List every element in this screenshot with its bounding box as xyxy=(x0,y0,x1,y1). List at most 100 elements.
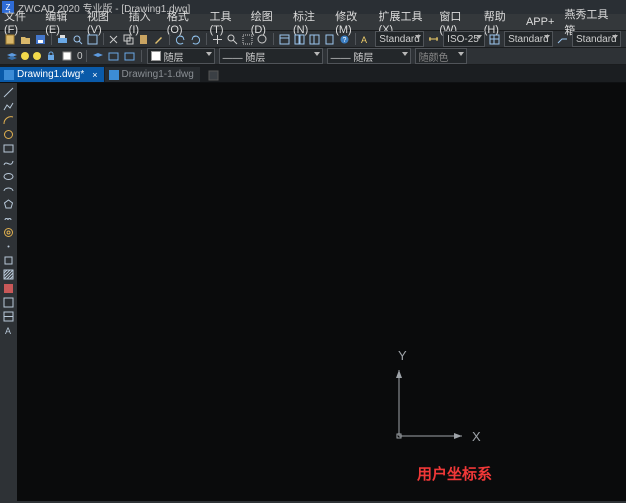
undo-icon[interactable] xyxy=(175,33,186,45)
help-icon[interactable]: ? xyxy=(339,33,350,45)
svg-text:A: A xyxy=(5,326,11,336)
work-area: A Y X 用户坐标系 xyxy=(0,83,626,501)
table-style-combo[interactable]: Standard xyxy=(504,31,553,47)
publish-icon[interactable] xyxy=(87,33,98,45)
separator xyxy=(141,50,142,62)
table-tool-icon[interactable] xyxy=(3,310,15,322)
pan-icon[interactable] xyxy=(212,33,223,45)
menu-view[interactable]: 视图(V) xyxy=(87,8,119,36)
revcloud-tool-icon[interactable] xyxy=(3,212,15,224)
ellipse-tool-icon[interactable] xyxy=(3,170,15,182)
polygon-tool-icon[interactable] xyxy=(3,198,15,210)
matchprop-icon[interactable] xyxy=(153,33,164,45)
block-tool-icon[interactable] xyxy=(3,254,15,266)
lineweight-combo[interactable]: —— 随层 xyxy=(327,48,411,64)
dimstyle-icon[interactable] xyxy=(428,33,439,45)
menu-file[interactable]: 文件(F) xyxy=(4,8,35,36)
text-style-combo[interactable]: Standard xyxy=(375,31,424,47)
paste-icon[interactable] xyxy=(138,33,149,45)
ucs-x-label: X xyxy=(472,429,481,444)
print-icon[interactable] xyxy=(57,33,68,45)
save-icon[interactable] xyxy=(35,33,46,45)
ucs-y-label: Y xyxy=(398,348,407,363)
chevron-down-icon xyxy=(402,52,408,56)
tab-drawing1[interactable]: Drawing1.dwg* × xyxy=(0,67,104,82)
lineweight-value: —— 随层 xyxy=(331,49,374,64)
chevron-down-icon xyxy=(206,52,212,56)
color-combo[interactable]: 随颜色 xyxy=(415,48,467,64)
donut-tool-icon[interactable] xyxy=(3,226,15,238)
layer-lock-icon[interactable] xyxy=(45,50,57,62)
region-tool-icon[interactable] xyxy=(3,296,15,308)
cut-icon[interactable] xyxy=(108,33,119,45)
mleader-style-value: Standard xyxy=(576,34,617,45)
toolpal-icon[interactable] xyxy=(309,33,320,45)
new-tab-button[interactable] xyxy=(207,68,221,82)
preview-icon[interactable] xyxy=(72,33,83,45)
layer-state-icon[interactable] xyxy=(108,50,120,62)
arc-tool-icon[interactable] xyxy=(3,114,15,126)
menu-insert[interactable]: 插入(I) xyxy=(129,8,157,36)
menu-bar: 文件(F) 编辑(E) 视图(V) 插入(I) 格式(O) 工具(T) 绘图(D… xyxy=(0,14,626,30)
point-tool-icon[interactable] xyxy=(3,240,15,252)
separator xyxy=(103,33,104,45)
menu-tools[interactable]: 工具(T) xyxy=(210,8,241,36)
menu-app[interactable]: APP+ xyxy=(526,16,554,28)
menu-dim[interactable]: 标注(N) xyxy=(293,8,325,36)
zoom-icon[interactable] xyxy=(227,33,238,45)
text-tool-icon[interactable]: A xyxy=(3,324,15,336)
pline-tool-icon[interactable] xyxy=(3,100,15,112)
gradient-tool-icon[interactable] xyxy=(3,282,15,294)
separator xyxy=(51,33,52,45)
chevron-down-icon xyxy=(612,35,618,39)
hatch-tool-icon[interactable] xyxy=(3,268,15,280)
layer-iso-icon[interactable] xyxy=(124,50,136,62)
menu-modify[interactable]: 修改(M) xyxy=(335,8,368,36)
toolbar-standard: ? A Standard ISO-25 Standard Standard xyxy=(0,30,626,48)
dim-style-combo[interactable]: ISO-25 xyxy=(443,31,485,47)
copy-icon[interactable] xyxy=(123,33,134,45)
ellipsearc-tool-icon[interactable] xyxy=(3,184,15,196)
chevron-down-icon xyxy=(458,52,464,56)
layer-props-icon[interactable] xyxy=(5,50,17,62)
menu-format[interactable]: 格式(O) xyxy=(167,8,200,36)
line-tool-icon[interactable] xyxy=(3,86,15,98)
new-icon[interactable] xyxy=(5,33,16,45)
drawing-canvas[interactable]: Y X 用户坐标系 xyxy=(17,83,626,501)
separator xyxy=(86,50,87,62)
circle-tool-icon[interactable] xyxy=(3,128,15,140)
layer-prev-icon[interactable] xyxy=(92,50,104,62)
tablestyle-icon[interactable] xyxy=(489,33,500,45)
linetype-combo[interactable]: —— 随层 xyxy=(219,48,323,64)
mleader-style-combo[interactable]: Standard xyxy=(572,31,621,47)
dcenter-icon[interactable] xyxy=(294,33,305,45)
open-icon[interactable] xyxy=(20,33,31,45)
linetype-value: —— 随层 xyxy=(223,49,266,64)
props-icon[interactable] xyxy=(279,33,290,45)
menu-edit[interactable]: 编辑(E) xyxy=(45,8,77,36)
separator xyxy=(169,33,170,45)
layer-color-icon[interactable] xyxy=(61,50,73,62)
zoom-window-icon[interactable] xyxy=(242,33,253,45)
color-value: 随颜色 xyxy=(419,49,449,64)
separator xyxy=(273,33,274,45)
zoom-prev-icon[interactable] xyxy=(257,33,268,45)
close-icon[interactable]: × xyxy=(92,70,97,80)
layer-on-icon[interactable] xyxy=(21,52,29,60)
ucs-icon: Y X xyxy=(377,348,487,458)
document-tabs: Drawing1.dwg* × Drawing1-1.dwg xyxy=(0,65,626,83)
separator xyxy=(355,33,356,45)
menu-draw[interactable]: 绘图(D) xyxy=(251,8,283,36)
toolbar-layers: 0 随层 —— 随层 —— 随层 随颜色 xyxy=(0,48,626,65)
calc-icon[interactable] xyxy=(324,33,335,45)
layer-combo[interactable]: 随层 xyxy=(147,48,215,64)
textstyle-icon[interactable]: A xyxy=(360,33,371,45)
tab-label: Drawing1-1.dwg xyxy=(122,69,194,80)
tab-drawing1-1[interactable]: Drawing1-1.dwg xyxy=(105,67,200,82)
redo-icon[interactable] xyxy=(190,33,201,45)
rect-tool-icon[interactable] xyxy=(3,142,15,154)
chevron-down-icon xyxy=(415,35,421,39)
layer-freeze-icon[interactable] xyxy=(33,52,41,60)
mleaderstyle-icon[interactable] xyxy=(557,33,568,45)
spline-tool-icon[interactable] xyxy=(3,156,15,168)
